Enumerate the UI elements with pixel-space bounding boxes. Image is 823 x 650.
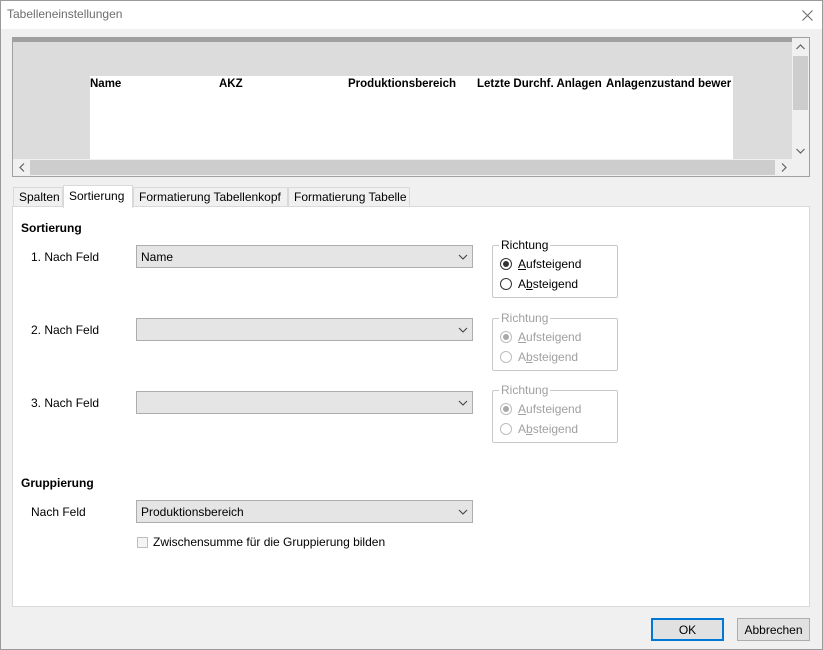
tab-sortierung[interactable]: Sortierung (63, 185, 133, 208)
preview-column-produktionsbereich: Produktionsbereich (348, 78, 456, 90)
gruppierung-heading: Gruppierung (21, 476, 94, 490)
sortierung-heading: Sortierung (21, 221, 82, 235)
sort-direction-2-legend: Richtung (499, 311, 551, 325)
sort-field-1-value: Name (141, 250, 174, 264)
title-bar: Tabelleneinstellungen (1, 1, 822, 29)
sort-direction-2-descending[interactable]: Absteigend (500, 350, 578, 364)
radio-selected-icon[interactable] (500, 403, 512, 415)
sort-field-1-select[interactable]: Name (136, 245, 473, 268)
sort-direction-1-group: Richtung Aufsteigend Absteigend (492, 238, 618, 298)
subtotal-checkbox[interactable] (137, 536, 148, 548)
subtotal-checkbox-row[interactable]: Zwischensumme für die Gruppierung bilden (137, 535, 385, 549)
chevron-down-icon (458, 509, 468, 515)
sort-direction-3-descending[interactable]: Absteigend (500, 422, 578, 436)
subtotal-checkbox-label: Zwischensumme für die Gruppierung bilden (153, 535, 386, 549)
sort-field-3-select[interactable] (136, 391, 473, 414)
sort-direction-3-ascending[interactable]: Aufsteigend (500, 402, 581, 416)
sort-field-2-select[interactable] (136, 318, 473, 341)
sort-direction-3-descending-label: Absteigend (518, 422, 579, 436)
window-title: Tabelleneinstellungen (7, 7, 123, 21)
table-preview: Name AKZ Produktionsbereich Letzte Durch… (12, 37, 810, 177)
horizontal-scrollbar[interactable] (13, 159, 809, 176)
ok-button[interactable]: OK (651, 618, 724, 641)
sort-direction-3-ascending-label: Aufsteigend (518, 402, 582, 416)
radio-unselected-icon[interactable] (500, 423, 512, 435)
sort-direction-3-legend: Richtung (499, 383, 551, 397)
radio-selected-icon[interactable] (500, 258, 512, 270)
sort-direction-2-ascending[interactable]: Aufsteigend (500, 330, 581, 344)
sort-direction-1-ascending[interactable]: Aufsteigend (500, 257, 581, 271)
sort-direction-1-descending[interactable]: Absteigend (500, 277, 578, 291)
vertical-scrollbar[interactable] (792, 38, 809, 159)
chevron-down-icon (458, 327, 468, 333)
sort-direction-1-descending-label: Absteigend (518, 277, 579, 291)
sortierung-panel: Sortierung 1. Nach Feld Name Richtung Au… (12, 206, 810, 607)
scroll-up-icon[interactable] (792, 38, 809, 55)
group-field-value: Produktionsbereich (141, 505, 244, 519)
sort-direction-1-legend: Richtung (499, 238, 551, 252)
preview-column-letzte-durchf: Letzte Durchf. Anlagen (477, 78, 602, 90)
chevron-down-icon (458, 254, 468, 260)
sort-field-1-label: 1. Nach Feld (31, 250, 100, 264)
horizontal-scroll-thumb[interactable] (30, 160, 775, 175)
scroll-right-icon[interactable] (775, 159, 792, 176)
sort-direction-2-ascending-label: Aufsteigend (518, 330, 582, 344)
preview-header-row: Name AKZ Produktionsbereich Letzte Durch… (90, 76, 733, 160)
sort-direction-3-group: Richtung Aufsteigend Absteigend (492, 383, 618, 443)
radio-unselected-icon[interactable] (500, 278, 512, 290)
tab-formatierung-tabellenkopf[interactable]: Formatierung Tabellenkopf (133, 187, 288, 207)
close-button[interactable] (792, 1, 822, 29)
sort-direction-1-ascending-label: Aufsteigend (518, 257, 582, 271)
sort-field-2-label: 2. Nach Feld (31, 323, 100, 337)
group-field-select[interactable]: Produktionsbereich (136, 500, 473, 523)
radio-selected-icon[interactable] (500, 331, 512, 343)
close-icon (801, 9, 813, 21)
sort-direction-2-descending-label: Absteigend (518, 350, 579, 364)
cancel-button[interactable]: Abbrechen (737, 618, 810, 641)
radio-unselected-icon[interactable] (500, 351, 512, 363)
dialog-window: Tabelleneinstellungen Name AKZ Produktio… (0, 0, 823, 650)
group-field-label: Nach Feld (31, 505, 86, 519)
tab-formatierung-tabelle[interactable]: Formatierung Tabelle (288, 187, 410, 207)
preview-column-name: Name (90, 78, 122, 90)
sort-direction-2-group: Richtung Aufsteigend Absteigend (492, 311, 618, 371)
preview-column-akz: AKZ (219, 78, 243, 90)
chevron-down-icon (458, 400, 468, 406)
tab-spalten[interactable]: Spalten (13, 187, 63, 207)
preview-column-anlagenzustand: Anlagenzustand bewer (606, 78, 732, 90)
scroll-down-icon[interactable] (792, 142, 809, 159)
vertical-scroll-thumb[interactable] (793, 56, 808, 110)
scroll-left-icon[interactable] (13, 159, 30, 176)
sort-field-3-label: 3. Nach Feld (31, 396, 100, 410)
